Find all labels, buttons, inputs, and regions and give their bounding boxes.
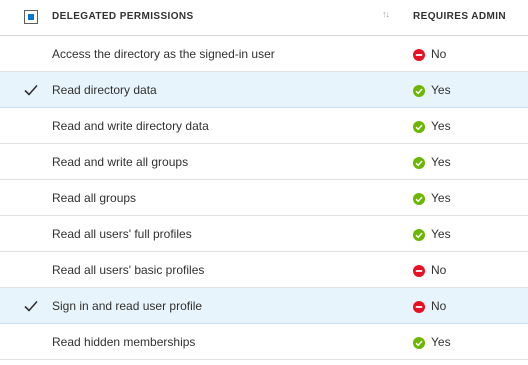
check-circle-icon [413,120,425,133]
table-row[interactable]: Read hidden memberships Yes [0,324,528,360]
check-circle-icon [413,228,425,241]
table-row[interactable]: Access the directory as the signed-in us… [0,36,528,72]
permission-name: Read all users' basic profiles [52,263,205,277]
table-row[interactable]: Read and write all groups Yes [0,144,528,180]
requires-admin-value: No [431,263,447,277]
column-header-requires-admin[interactable]: REQUIRES ADMIN [413,11,506,22]
table-row[interactable]: Read all users' full profiles Yes [0,216,528,252]
permission-name: Read hidden memberships [52,335,196,349]
permission-name: Read and write directory data [52,119,209,133]
blocked-circle-icon [413,300,425,313]
table-row[interactable]: Read all groups Yes [0,180,528,216]
requires-admin-value: Yes [431,335,451,349]
table-row[interactable]: Read directory data Yes [0,72,528,108]
requires-admin-value: Yes [431,191,451,205]
row-checkbox[interactable] [23,154,39,170]
requires-admin-value: Yes [431,227,451,241]
table-row[interactable]: Sign in and read user profile No [0,288,528,324]
row-checkbox[interactable] [23,82,39,98]
requires-admin-value: No [431,299,447,313]
row-checkbox[interactable] [23,46,39,62]
select-all-checkbox[interactable] [24,10,38,24]
check-circle-icon [413,192,425,205]
requires-admin-value: Yes [431,119,451,133]
table-header: DELEGATED PERMISSIONS ↑↓ REQUIRES ADMIN [0,0,528,36]
table-row[interactable]: Read and write directory data Yes [0,108,528,144]
check-circle-icon [413,84,425,97]
permission-name: Read all users' full profiles [52,227,192,241]
row-checkbox[interactable] [23,118,39,134]
row-checkbox[interactable] [23,334,39,350]
permission-name: Read all groups [52,191,137,205]
blocked-circle-icon [413,264,425,277]
row-checkbox[interactable] [23,298,39,314]
check-circle-icon [413,336,425,349]
requires-admin-value: No [431,47,447,61]
column-header-delegated-permissions[interactable]: DELEGATED PERMISSIONS [52,11,194,22]
permission-name: Sign in and read user profile [52,299,203,313]
table-row[interactable]: Read all users' basic profiles No [0,252,528,288]
sort-icon[interactable]: ↑↓ [382,9,390,19]
permission-name: Read and write all groups [52,155,189,169]
permissions-table: DELEGATED PERMISSIONS ↑↓ REQUIRES ADMIN … [0,0,528,360]
permission-name: Access the directory as the signed-in us… [52,47,275,61]
requires-admin-value: Yes [431,155,451,169]
check-circle-icon [413,156,425,169]
row-checkbox[interactable] [23,190,39,206]
indeterminate-indicator [28,14,34,20]
row-checkbox[interactable] [23,226,39,242]
blocked-circle-icon [413,48,425,61]
checkmark-icon [24,300,38,312]
checkmark-icon [24,84,38,96]
requires-admin-value: Yes [431,83,451,97]
permission-name: Read directory data [52,83,157,97]
row-checkbox[interactable] [23,262,39,278]
